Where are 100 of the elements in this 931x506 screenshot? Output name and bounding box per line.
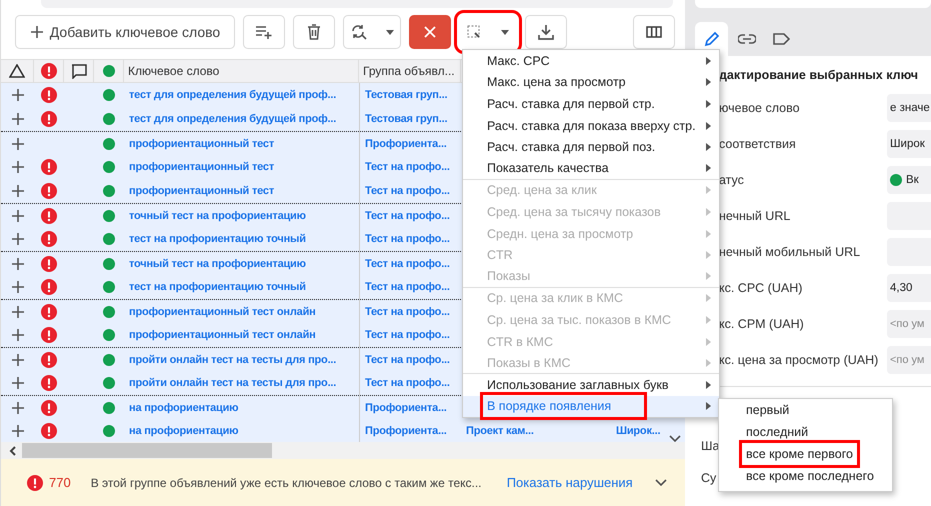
- menu-item[interactable]: Показатель качества: [463, 158, 719, 180]
- expand-button[interactable]: [10, 208, 24, 222]
- keyword-link[interactable]: тест на профориентацию точный: [129, 281, 306, 293]
- ad-group-link[interactable]: Тест на профо...: [365, 233, 450, 245]
- menu-item[interactable]: все кроме последнего: [742, 465, 878, 487]
- download-button[interactable]: [525, 15, 567, 49]
- ad-group-link[interactable]: Тест на профо...: [365, 354, 450, 366]
- input-field[interactable]: Широк: [887, 130, 931, 158]
- submenu-arrow-icon: [706, 164, 711, 172]
- ad-group-link[interactable]: Профориента...: [365, 425, 447, 437]
- search-replace-icon: [350, 23, 368, 41]
- keyword-link[interactable]: на профориентацию: [129, 402, 238, 414]
- ad-group-link[interactable]: Тест на профо...: [365, 306, 450, 318]
- field-label: кс. CPM (UAH): [719, 317, 805, 331]
- menu-item[interactable]: первый: [742, 399, 794, 421]
- columns-button[interactable]: [633, 15, 675, 49]
- submenu-arrow-icon: [706, 100, 711, 108]
- expand-button[interactable]: [10, 352, 24, 366]
- ad-group-link[interactable]: Профориента...: [365, 402, 447, 414]
- expand-button[interactable]: [10, 112, 24, 126]
- keyword-link[interactable]: тест для определения будущей проф...: [129, 113, 336, 125]
- keyword-link[interactable]: профориентационный тест онлайн: [129, 329, 316, 341]
- keyword-link[interactable]: профориентационный тест: [129, 138, 274, 150]
- status-dot: [103, 161, 115, 173]
- expand-button[interactable]: [10, 160, 24, 174]
- keyword-link[interactable]: точный тест на профориентацию: [129, 210, 306, 222]
- input-field[interactable]: <по ум: [887, 310, 931, 338]
- status-dot: [103, 210, 115, 222]
- keyword-link[interactable]: профориентационный тест онлайн: [129, 306, 316, 318]
- menu-item[interactable]: последний: [742, 421, 812, 443]
- error-icon: [41, 231, 57, 247]
- close-button[interactable]: [409, 15, 451, 49]
- field-label: атус: [719, 173, 745, 187]
- ad-group-link[interactable]: Тест на профо...: [365, 377, 450, 389]
- ad-group-link[interactable]: Тест на профо...: [365, 281, 450, 293]
- expand-chevron-icon[interactable]: [654, 479, 667, 486]
- delete-button[interactable]: [293, 15, 335, 49]
- error-icon: [41, 256, 57, 272]
- keyword-link[interactable]: на профориентацию: [129, 425, 238, 437]
- keyword-link[interactable]: тест для определения будущей проф...: [129, 89, 336, 101]
- ad-group-link[interactable]: Тест на профо...: [365, 329, 450, 341]
- keyword-link[interactable]: пройти онлайн тест на тесты для про...: [129, 377, 336, 389]
- field-label: нечный URL: [719, 209, 792, 223]
- keyword-link[interactable]: тест на профориентацию точный: [129, 233, 306, 245]
- input-field[interactable]: е значе: [887, 94, 931, 122]
- field-label: ючевое слово: [719, 101, 801, 115]
- keyword-link[interactable]: профориентационный тест: [129, 161, 274, 173]
- ad-group-link[interactable]: Тест на профо...: [365, 161, 450, 173]
- search-replace-button[interactable]: [343, 15, 401, 49]
- match-type-link[interactable]: Широк...: [616, 425, 660, 437]
- input-field[interactable]: Вк: [887, 166, 931, 194]
- menu-item[interactable]: все кроме первого: [742, 443, 857, 465]
- select-button[interactable]: [459, 15, 517, 49]
- ad-group-link[interactable]: Тестовая груп...: [365, 89, 448, 101]
- scrollbar-thumb[interactable]: [22, 443, 272, 458]
- submenu-arrow-icon: [706, 316, 711, 324]
- panel-heading: дактирование выбранных ключ: [719, 68, 918, 84]
- caret-icon: [501, 30, 509, 34]
- status-dot: [102, 65, 114, 77]
- expand-button[interactable]: [10, 376, 24, 390]
- ad-group-link[interactable]: Тест на профо...: [365, 210, 450, 222]
- expand-button[interactable]: [10, 424, 24, 438]
- add-keyword-button[interactable]: Добавить ключевое слово: [15, 15, 235, 49]
- expand-button[interactable]: [10, 136, 24, 150]
- table-row[interactable]: на профориентацию Профориента... Проект кам... Широк...: [1, 419, 685, 442]
- keyword-link[interactable]: профориентационный тест: [129, 185, 274, 197]
- add-list-button[interactable]: [243, 15, 285, 49]
- expand-button[interactable]: [10, 256, 24, 270]
- expand-button[interactable]: [10, 184, 24, 198]
- expand-button[interactable]: [10, 232, 24, 246]
- submenu-arrow-icon: [706, 143, 711, 152]
- expand-button[interactable]: [10, 280, 24, 294]
- link-icon: [738, 34, 756, 44]
- ad-group-link[interactable]: Тест на профо...: [365, 258, 450, 270]
- keyword-link[interactable]: пройти онлайн тест на тесты для про...: [129, 354, 336, 366]
- ad-group-link[interactable]: Профориента...: [365, 138, 447, 150]
- field-label: нечный мобильный URL: [719, 245, 862, 259]
- menu-item[interactable]: Макс. CPC: [463, 50, 719, 72]
- input-field[interactable]: <по ум: [887, 346, 931, 374]
- show-violations-link[interactable]: Показать нарушения: [506, 475, 633, 490]
- ad-group-link[interactable]: Тест на профо...: [365, 185, 450, 197]
- column-header[interactable]: Ключевое слово: [128, 64, 220, 78]
- submenu-arrow-icon: [706, 294, 711, 302]
- collapse-chevron-icon[interactable]: [669, 435, 681, 442]
- ad-group-link[interactable]: Тестовая груп...: [365, 113, 448, 125]
- column-header[interactable]: Группа объявл...: [363, 64, 455, 78]
- campaign-link[interactable]: Проект кам...: [466, 425, 534, 437]
- input-field[interactable]: 4,30: [887, 274, 931, 302]
- expand-button[interactable]: [10, 88, 24, 102]
- status-dot: [103, 377, 115, 389]
- expand-button[interactable]: [10, 400, 24, 414]
- field-label: соответствия: [719, 137, 797, 151]
- expand-button[interactable]: [10, 328, 24, 342]
- error-icon: [40, 63, 56, 79]
- error-icon: [41, 352, 57, 368]
- field-label: кс. CPC (UAH): [719, 281, 804, 295]
- submenu-arrow-icon: [706, 272, 711, 280]
- expand-button[interactable]: [10, 304, 24, 318]
- keyword-link[interactable]: точный тест на профориентацию: [129, 258, 306, 270]
- horizontal-scrollbar[interactable]: [1, 442, 685, 459]
